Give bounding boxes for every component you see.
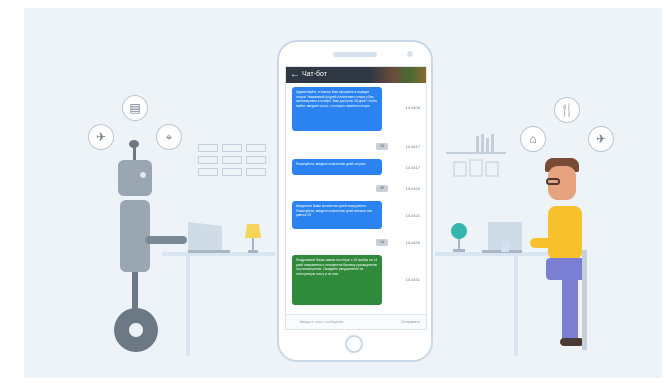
flow-box [222, 156, 242, 164]
robot-antenna-tip [129, 140, 139, 148]
robot-arm [145, 236, 187, 244]
header-image [370, 67, 426, 83]
human-arm [530, 238, 560, 248]
human-shirt [548, 206, 582, 260]
robot-antenna [133, 146, 136, 160]
bot-message: Пожалуйста, введите количество дней отпу… [292, 159, 382, 175]
message-time: 10:4417 [405, 165, 420, 170]
flow-box [246, 144, 266, 152]
robot-wheel-hub [129, 323, 143, 337]
message-time: 10:4417 [405, 144, 420, 149]
airplane-icon: ✈ [588, 126, 614, 152]
user-message: 14 [376, 239, 388, 246]
phone: ← Чат-бот Здравствуйте, я помогу Вам офо… [277, 40, 433, 362]
right-desk-leg [514, 256, 518, 356]
bank-icon: ⌂ [520, 126, 546, 152]
flow-box [198, 156, 218, 164]
chair [582, 250, 587, 350]
message-time: 10:4421 [405, 213, 420, 218]
coffee-cup [501, 242, 509, 252]
flow-box [222, 168, 242, 176]
message-time: 10:4431 [405, 277, 420, 282]
bot-message: Здравствуйте, я помогу Вам оформить в по… [292, 87, 382, 131]
chat-title: Чат-бот [302, 71, 327, 78]
home-button[interactable] [345, 335, 363, 353]
document-icon: ▤ [122, 95, 148, 121]
flow-box [246, 156, 266, 164]
chat-screen: ← Чат-бот Здравствуйте, я помогу Вам офо… [285, 66, 427, 330]
globe-decoration [451, 223, 467, 252]
flow-box [198, 144, 218, 152]
location-icon: ⌖ [156, 124, 182, 150]
robot-head [118, 160, 152, 196]
restaurant-icon: 🍴 [554, 97, 580, 123]
human-shoe [560, 338, 584, 346]
robot-stand [132, 272, 138, 312]
message-time: 10:4406 [405, 105, 420, 110]
flow-box [198, 168, 218, 176]
user-message: 30 [376, 185, 388, 192]
phone-speaker [333, 52, 377, 57]
human-glasses [546, 178, 560, 185]
message-time: 10:4429 [405, 240, 420, 245]
robot-laptop [188, 222, 230, 253]
human-leg [562, 276, 578, 340]
illustration-scene: ✈ ▤ ⌖ ⌂ 🍴 ✈ ← Чат-бот Здравствуйте, я по… [0, 0, 667, 383]
flow-box [246, 168, 266, 176]
phone-camera [407, 51, 413, 57]
bot-message: Введенное Вами количество дней некоррект… [292, 201, 382, 229]
robot-lamp [245, 224, 261, 253]
bookshelf-decoration [446, 134, 506, 177]
flow-box [222, 144, 242, 152]
plane-icon: ✈ [88, 124, 114, 150]
user-message: 15 [376, 143, 388, 150]
left-desk-leg [186, 256, 190, 356]
back-arrow-icon[interactable]: ← [290, 68, 300, 82]
message-time: 10:4420 [405, 186, 420, 191]
chat-app-bar: ← Чат-бот [286, 67, 426, 83]
message-input-bar: Введите текст сообщения Отправить [286, 314, 426, 329]
robot-eye [140, 172, 146, 178]
message-input[interactable]: Введите текст сообщения [300, 318, 384, 326]
bot-final-message: Поздравляю! Ваша заявка на отпуск с 15 н… [292, 255, 382, 305]
send-button[interactable]: Отправить [401, 318, 420, 326]
